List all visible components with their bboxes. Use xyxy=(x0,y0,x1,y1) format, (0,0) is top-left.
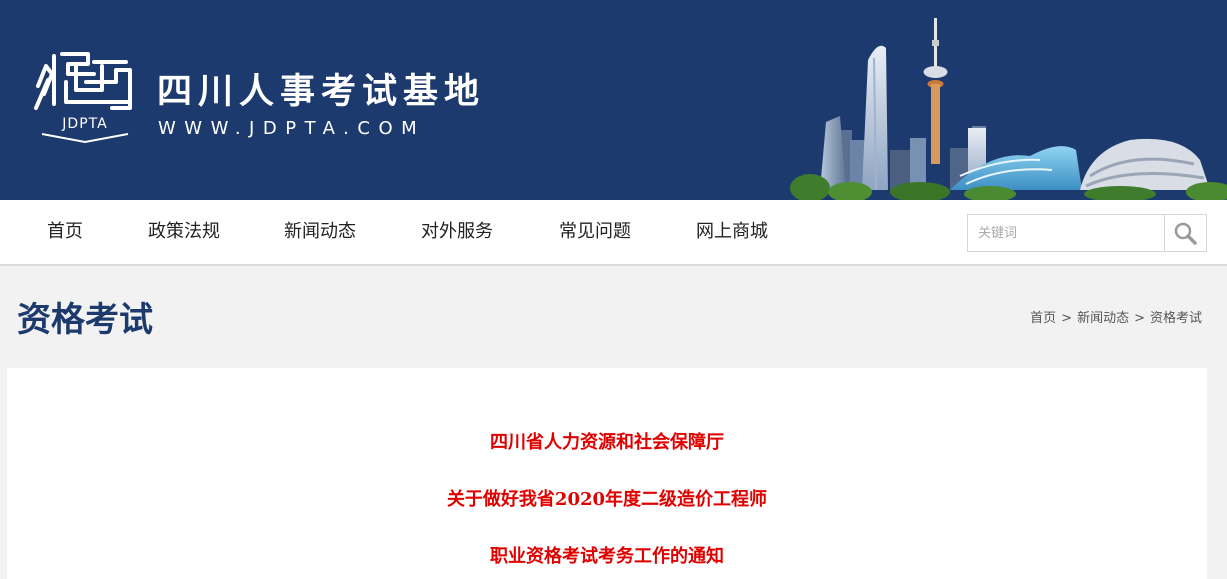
article-title-line-3: 职业资格考试考务工作的通知 xyxy=(490,546,724,567)
breadcrumb-home[interactable]: 首页 xyxy=(1030,310,1056,328)
search-box xyxy=(967,214,1207,252)
nav-item-shop[interactable]: 网上商城 xyxy=(696,200,768,264)
nav-item-home[interactable]: 首页 xyxy=(47,200,83,264)
search-icon xyxy=(1174,222,1197,245)
page-header: 资格考试 首页 > 新闻动态 > 资格考试 xyxy=(0,268,1227,368)
nav-item-policy[interactable]: 政策法规 xyxy=(148,200,220,264)
breadcrumb-separator: > xyxy=(1134,311,1145,326)
nav-item-services[interactable]: 对外服务 xyxy=(421,200,493,264)
breadcrumb-current: 资格考试 xyxy=(1149,311,1202,326)
header-banner: JDPTA 四川人事考试基地 WWW.JDPTA.COM xyxy=(0,0,1227,200)
search-button[interactable] xyxy=(1164,215,1206,251)
nav-item-news[interactable]: 新闻动态 xyxy=(284,200,356,264)
article-panel: 四川省人力资源和社会保障厅 关于做好我省2020年度二级造价工程师 职业资格考试… xyxy=(7,368,1207,579)
site-url: WWW.JDPTA.COM xyxy=(158,118,426,139)
breadcrumb-separator: > xyxy=(1061,311,1073,326)
jdpta-logo[interactable]: JDPTA xyxy=(32,46,138,146)
article-title-line-1: 四川省人力资源和社会保障厅 xyxy=(490,432,724,453)
city-skyline-illustration xyxy=(790,18,1227,200)
nav-item-faq[interactable]: 常见问题 xyxy=(559,200,631,264)
main-nav: 首页 政策法规 新闻动态 对外服务 常见问题 网上商城 xyxy=(0,200,1227,266)
site-name: 四川人事考试基地 xyxy=(157,72,486,112)
search-input[interactable] xyxy=(968,215,1163,251)
article-title-line-2: 关于做好我省2020年度二级造价工程师 xyxy=(446,489,768,510)
breadcrumb: 首页 > 新闻动态 > 资格考试 xyxy=(1030,310,1202,328)
logo-text: JDPTA xyxy=(61,116,107,132)
breadcrumb-news[interactable]: 新闻动态 xyxy=(1077,310,1129,328)
page-title: 资格考试 xyxy=(17,300,153,340)
